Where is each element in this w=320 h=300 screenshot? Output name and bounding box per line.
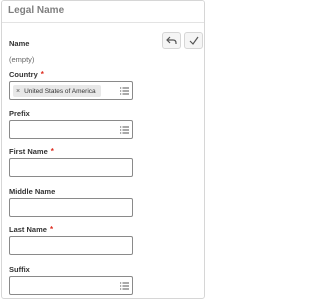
undo-button[interactable] (162, 32, 181, 49)
list-prompt-icon[interactable] (120, 126, 129, 134)
required-marker: * (49, 225, 54, 234)
prefix-prompt-field[interactable] (9, 120, 133, 139)
middle-name-label: Middle Name (9, 187, 56, 196)
selected-country-text: United States of America (24, 87, 96, 95)
suffix-prompt-field[interactable] (9, 276, 133, 295)
confirm-button[interactable] (184, 32, 203, 49)
suffix-label: Suffix (9, 265, 30, 274)
country-label: Country * (9, 70, 44, 79)
legal-name-panel: Legal Name Name (empty) Country * × Unite… (1, 0, 205, 299)
required-marker: * (40, 70, 44, 79)
name-label: Name (9, 39, 30, 48)
list-prompt-icon[interactable] (120, 87, 129, 95)
last-name-label: Last Name * (9, 225, 54, 234)
prefix-label: Prefix (9, 109, 30, 118)
required-marker: * (50, 147, 54, 156)
middle-name-input[interactable] (9, 198, 133, 217)
selected-country-pill: × United States of America (13, 85, 101, 97)
panel-title: Legal Name (8, 5, 65, 16)
checkmark-icon (189, 36, 198, 45)
list-prompt-icon[interactable] (120, 282, 129, 290)
undo-arrow-icon (166, 36, 177, 44)
name-value: (empty) (9, 55, 35, 64)
first-name-input[interactable] (9, 158, 133, 177)
country-prompt-field[interactable]: × United States of America (9, 81, 133, 100)
panel-header: Legal Name (2, 1, 204, 23)
last-name-input[interactable] (9, 236, 133, 255)
remove-selection-icon[interactable]: × (16, 88, 20, 95)
first-name-label: First Name * (9, 147, 54, 156)
